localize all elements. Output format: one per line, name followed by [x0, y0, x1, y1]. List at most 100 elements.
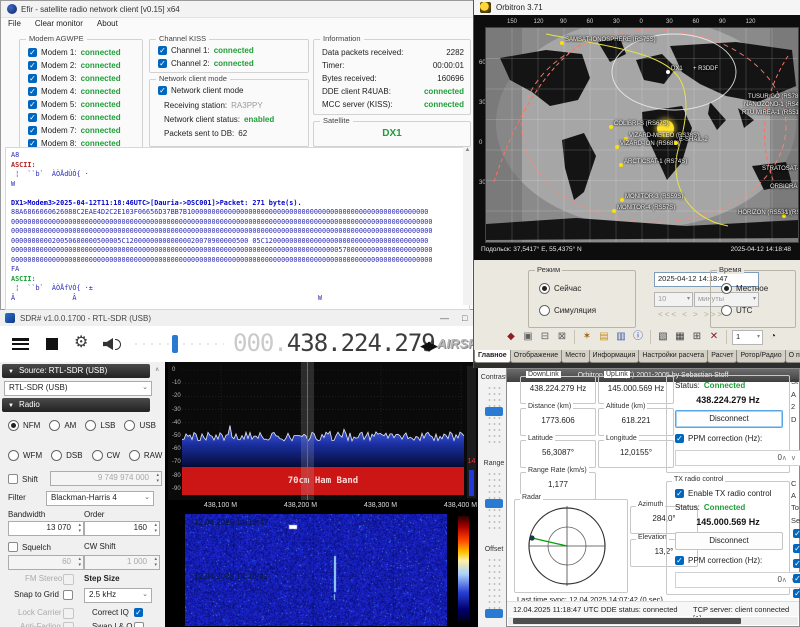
mode-cw-radio[interactable]: [92, 450, 103, 461]
tx-ppm-spinner[interactable]: 0∧ ∨: [675, 572, 800, 588]
spectrum-display[interactable]: 0-10-20-30-40-50-60-70-80-90 70cm Ham Ba…: [168, 362, 478, 500]
satellite-label[interactable]: SAMSAT-IONOSPHERE (RS75S): [565, 37, 656, 43]
tx-enable-checkbox[interactable]: ✓: [675, 489, 684, 498]
satellite-label[interactable]: -1 (RS5: [783, 210, 799, 216]
tx-ppm-checkbox[interactable]: ✓: [675, 556, 684, 565]
mode-lsb-radio[interactable]: [85, 420, 96, 431]
maximize-button[interactable]: □: [462, 313, 467, 323]
tuning-indicator[interactable]: [301, 362, 314, 500]
satellite-label[interactable]: COLIBRI-S (RS67S): [614, 121, 669, 127]
driver-hscrollbar[interactable]: [508, 617, 798, 625]
clipped-panel-checkbox[interactable]: ✓: [793, 544, 800, 553]
gear-icon[interactable]: ⚙: [74, 332, 88, 352]
slider-track[interactable]: [487, 557, 501, 615]
tab-главное[interactable]: Главное: [474, 350, 511, 363]
mode-simulation-radio[interactable]: [539, 305, 550, 316]
slider-track[interactable]: [487, 471, 501, 529]
bandwidth-input[interactable]: 13 070▴▾: [8, 521, 84, 536]
mode-raw-radio[interactable]: [129, 450, 140, 461]
step-combo[interactable]: 10▾: [654, 292, 693, 307]
tab-о программе[interactable]: О программе: [785, 350, 800, 363]
menu-item-about[interactable]: About: [90, 17, 125, 30]
orbitron-titlebar[interactable]: Orbitron 3.71: [474, 0, 800, 15]
tab-отображение[interactable]: Отображение: [510, 350, 563, 363]
modem-1-checkbox[interactable]: ✓: [28, 48, 37, 57]
clipped-panel-checkbox[interactable]: ✓: [793, 559, 800, 568]
modem-6-checkbox[interactable]: ✓: [28, 113, 37, 122]
speaker-icon[interactable]: [103, 338, 113, 350]
rx-ppm-checkbox[interactable]: ✓: [675, 434, 684, 443]
snap-checkbox[interactable]: [63, 590, 73, 600]
toolbar-icon[interactable]: ⊟: [538, 330, 552, 344]
satellite-label[interactable]: MONITOR-4 (RS57S): [617, 205, 675, 211]
sdr-titlebar[interactable]: SDR# v1.0.0.1700 - RTL-SDR (USB) — □: [0, 310, 510, 326]
mode-dsb-radio[interactable]: [51, 450, 62, 461]
toolbar-icon[interactable]: ▥: [614, 330, 628, 344]
scroll-up-icon[interactable]: ▲: [465, 147, 471, 153]
satellite-label[interactable]: RTU MIREA-1 (RS51S): [742, 110, 799, 116]
order-input[interactable]: 160▴▾: [84, 521, 160, 536]
clipped-panel-checkbox[interactable]: ✓: [793, 574, 800, 583]
packet-monitor[interactable]: A8ASCII: ¦ ``b` ÀÒÅdÙÓ{ ·W DX1>Modem3>20…: [5, 147, 470, 310]
clipped-panel-checkbox[interactable]: ✓: [793, 589, 800, 598]
tab-место[interactable]: Место: [561, 350, 589, 363]
volume-slider[interactable]: [132, 341, 224, 348]
toolbar-icon[interactable]: ⊞: [690, 330, 704, 344]
menu-item-clear-monitor[interactable]: Clear monitor: [28, 17, 90, 30]
toolbar-icon[interactable]: ⓘ: [631, 330, 645, 344]
map-zoom-combo[interactable]: 1▾: [732, 330, 763, 345]
toolbar-icon[interactable]: ▤: [597, 330, 611, 344]
satellite-label[interactable]: VIZARD-ION (RS68S): [620, 141, 679, 147]
mode-nfm-radio[interactable]: [8, 420, 19, 431]
satellite-label[interactable]: + R3DDF: [693, 66, 718, 72]
satellite-label[interactable]: DX1: [671, 66, 683, 72]
mode-usb-radio[interactable]: [124, 420, 135, 431]
modem-2-checkbox[interactable]: ✓: [28, 61, 37, 70]
toolbar-icon[interactable]: ▧: [656, 330, 670, 344]
modem-4-checkbox[interactable]: ✓: [28, 87, 37, 96]
satellite-label[interactable]: NANOZOND-1 (RS49S): [744, 102, 799, 108]
frequency-step-arrows[interactable]: ◀▶: [420, 338, 436, 354]
slider-track[interactable]: [487, 385, 501, 443]
mode-now-radio[interactable]: [539, 283, 550, 294]
rx-disconnect-button[interactable]: Disconnect: [675, 410, 783, 428]
menu-icon[interactable]: [12, 338, 29, 350]
clipped-panel-checkbox[interactable]: ✓: [793, 529, 800, 538]
menu-item-file[interactable]: File: [1, 17, 28, 30]
fmstereo-checkbox[interactable]: [63, 574, 74, 585]
shift-input[interactable]: 9 749 974 000▴▾: [50, 471, 162, 486]
radio-header[interactable]: ▼Radio: [2, 398, 150, 412]
satellite-label[interactable]: ORBICRAFT-ZORKI: [770, 184, 799, 190]
slider-handle[interactable]: [485, 609, 503, 618]
source-combo[interactable]: RTL-SDR (USB)⌄: [4, 381, 152, 396]
rx-ppm-spinner[interactable]: 0∧ ∨: [675, 450, 800, 466]
time-local-radio[interactable]: [721, 283, 732, 294]
lockcarrier-checkbox[interactable]: [63, 608, 74, 619]
stop-button[interactable]: [46, 338, 58, 350]
minimize-button[interactable]: —: [440, 313, 449, 323]
volume-slider-handle[interactable]: [172, 335, 178, 353]
frequency-display[interactable]: 000.438.224.279: [233, 329, 435, 357]
waterfall-display[interactable]: 12.04.2025 14:18:47 12.04.2025 14:18:42: [168, 513, 478, 627]
time-utc-radio[interactable]: [721, 305, 732, 316]
swapiq-checkbox[interactable]: [134, 622, 144, 627]
zoom-slider[interactable]: 14: [467, 366, 476, 498]
correctiq-checkbox[interactable]: ✓: [134, 608, 143, 617]
clock-icon[interactable]: ◔: [766, 330, 780, 344]
cwshift-input[interactable]: 1 000▴▾: [84, 555, 160, 570]
shift-checkbox[interactable]: [8, 474, 18, 484]
toolbar-icon[interactable]: ▦: [673, 330, 687, 344]
tab-настройки расчета[interactable]: Настройки расчета: [638, 350, 708, 363]
world-map[interactable]: SAMSAT-IONOSPHERE (RS75S) DX1 + R3DDF COLIB…: [485, 27, 799, 243]
channel-2-checkbox[interactable]: ✓: [158, 59, 167, 68]
stepsize-combo[interactable]: 2.5 kHz⌄: [84, 588, 152, 603]
modem-7-checkbox[interactable]: ✓: [28, 126, 37, 135]
toolbar-icon[interactable]: ◆: [504, 330, 518, 344]
satellite-label[interactable]: E-SHAIL-2: [679, 137, 708, 143]
tab-расчет[interactable]: Расчет: [707, 350, 737, 363]
channel-1-checkbox[interactable]: ✓: [158, 46, 167, 55]
slider-handle[interactable]: [485, 407, 503, 416]
slider-handle[interactable]: [485, 499, 503, 508]
toolbar-icon[interactable]: ⊠: [555, 330, 569, 344]
toolbar-icon[interactable]: ✕: [707, 330, 721, 344]
